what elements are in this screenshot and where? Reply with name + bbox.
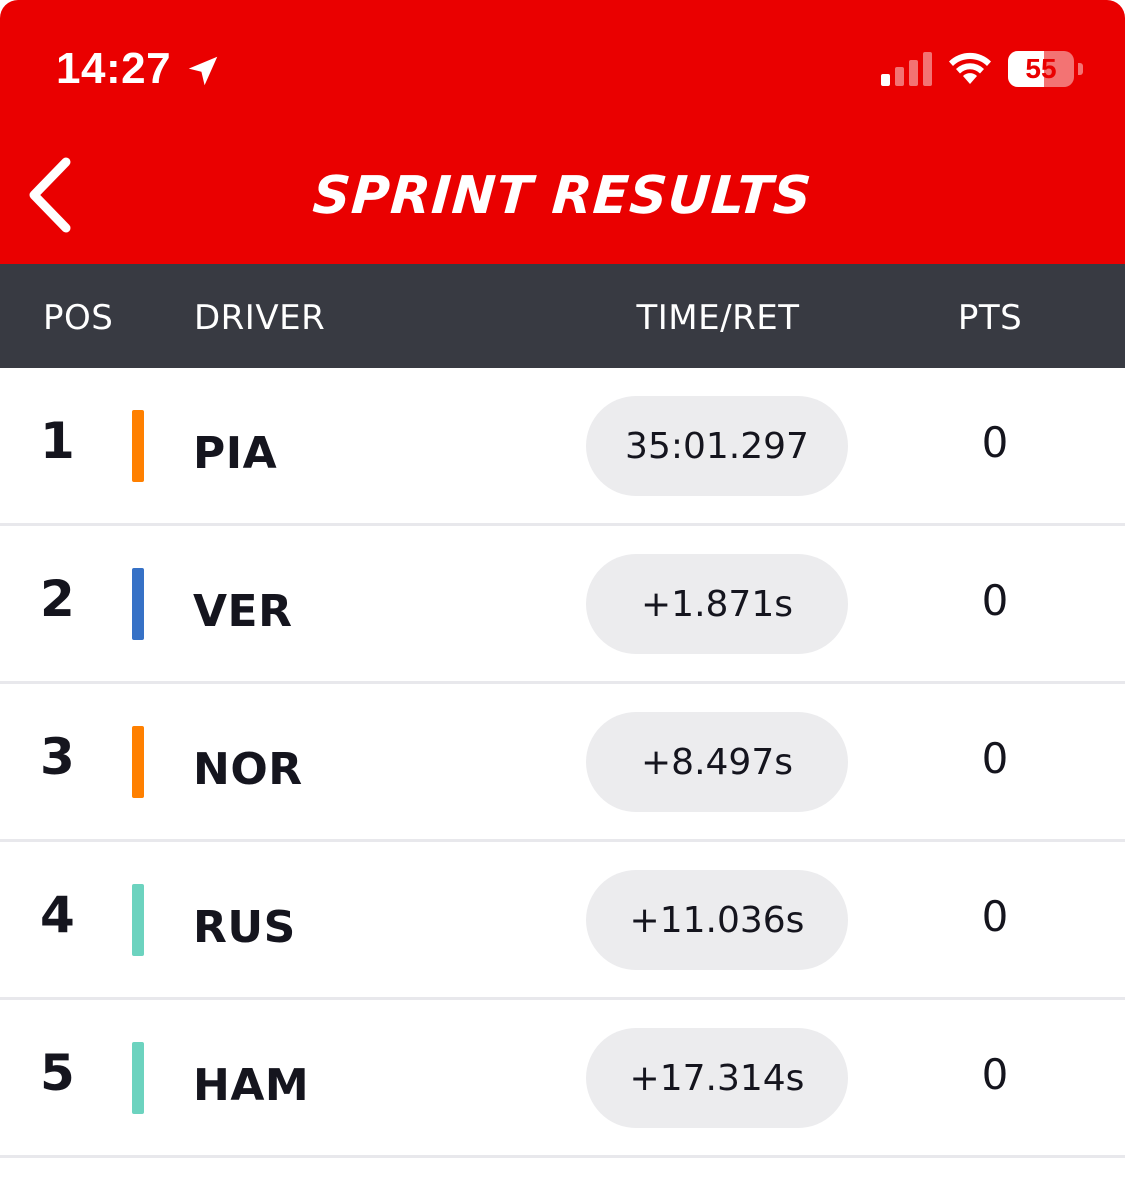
row-points: 0: [981, 1050, 1009, 1099]
results-list: 1 PIA 35:01.297 0 2 VER +1.871s 0 3 NOR …: [0, 368, 1125, 1158]
team-color-bar: [132, 1042, 144, 1114]
row-time-pill: +11.036s: [586, 870, 848, 970]
row-position: 3: [40, 728, 75, 786]
row-points: 0: [981, 576, 1009, 625]
column-driver: DRIVER: [194, 298, 326, 338]
wifi-icon: [949, 52, 991, 84]
row-points: 0: [981, 734, 1009, 783]
location-arrow-icon: [188, 56, 218, 86]
column-pos: POS: [43, 298, 114, 338]
row-time-pill: +1.871s: [586, 554, 848, 654]
result-row[interactable]: 2 VER +1.871s 0: [0, 526, 1125, 684]
app-header: 14:27 55 SPRINT RESULTS: [0, 0, 1125, 264]
battery-icon: 55: [1008, 51, 1083, 87]
row-position: 1: [40, 412, 75, 470]
status-time: 14:27: [56, 44, 172, 93]
row-time-pill: +8.497s: [586, 712, 848, 812]
row-driver: NOR: [193, 744, 303, 795]
row-driver: PIA: [193, 428, 278, 479]
team-color-bar: [132, 410, 144, 482]
column-pts: PTS: [957, 298, 1023, 338]
row-driver: VER: [193, 586, 293, 637]
row-points: 0: [981, 418, 1009, 467]
result-row[interactable]: 3 NOR +8.497s 0: [0, 684, 1125, 842]
results-column-header: POS DRIVER TIME/RET PTS: [0, 264, 1125, 368]
team-color-bar: [132, 568, 144, 640]
cellular-signal-icon: [881, 52, 932, 86]
column-time-ret: TIME/RET: [636, 298, 800, 338]
result-row[interactable]: 5 HAM +17.314s 0: [0, 1000, 1125, 1158]
row-position: 4: [40, 886, 75, 944]
battery-cap: [1078, 63, 1083, 75]
row-driver: RUS: [193, 902, 296, 953]
row-points: 0: [981, 892, 1009, 941]
team-color-bar: [132, 884, 144, 956]
battery-percentage: 55: [1025, 53, 1057, 84]
row-time-pill: +17.314s: [586, 1028, 848, 1128]
row-driver: HAM: [193, 1060, 310, 1111]
row-time-pill: 35:01.297: [586, 396, 848, 496]
result-row[interactable]: 1 PIA 35:01.297 0: [0, 368, 1125, 526]
page-title: SPRINT RESULTS: [0, 166, 1125, 226]
result-row[interactable]: 4 RUS +11.036s 0: [0, 842, 1125, 1000]
team-color-bar: [132, 726, 144, 798]
row-position: 2: [40, 570, 75, 628]
sprint-results-screen: 14:27 55 SPRINT RESULTS POS DRIVER TIME/…: [0, 0, 1125, 1186]
page-title-text: SPRINT RESULTS: [311, 166, 814, 226]
row-position: 5: [40, 1044, 75, 1102]
